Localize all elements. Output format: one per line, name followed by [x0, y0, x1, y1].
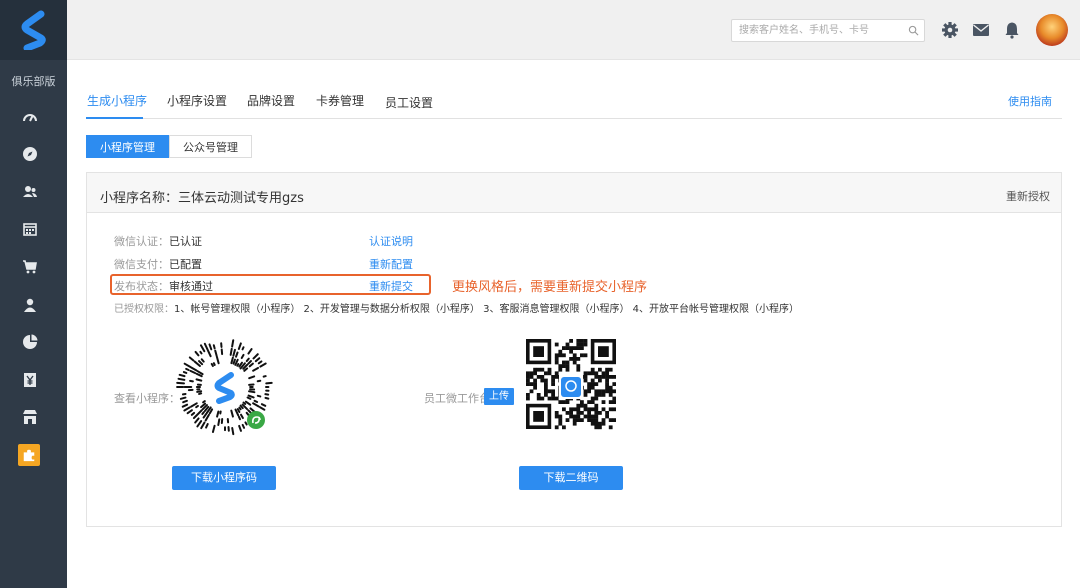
search-icon[interactable] — [908, 25, 919, 36]
panel-title: 小程序名称：三体云动测试专用gzs — [100, 191, 304, 206]
mail-icon[interactable] — [972, 21, 990, 39]
yen-card-icon[interactable] — [22, 372, 38, 388]
qrcode-image — [526, 339, 616, 430]
store-icon[interactable] — [22, 409, 38, 425]
download-miniprogram-code-button[interactable]: 下载小程序码 — [172, 466, 276, 490]
auth-info-link[interactable]: 认证说明 — [369, 233, 413, 249]
reauthorize-button[interactable]: 重新授权 — [1006, 188, 1050, 204]
publish-status-value: 审核通过 — [169, 280, 213, 293]
edition-label: 俱乐部版 — [11, 75, 56, 88]
dashboard-icon[interactable] — [22, 109, 38, 125]
search-input[interactable] — [732, 20, 902, 41]
cart-icon[interactable] — [22, 259, 38, 275]
publish-status-row: 发布状态：审核通过 — [114, 278, 213, 294]
sidebar: 俱乐部版 — [0, 0, 67, 588]
compass-icon[interactable] — [22, 146, 38, 162]
permissions-row: 已授权权限：1、帐号管理权限（小程序） 2、开发管理与数据分析权限（小程序） 3… — [114, 300, 799, 315]
wechat-auth-value: 已认证 — [169, 235, 202, 248]
tab-brand-settings[interactable]: 品牌设置 — [247, 92, 295, 109]
miniprogram-panel: 小程序名称：三体云动测试专用gzs 重新授权 微信认证：已认证 认证说明 微信支… — [86, 172, 1062, 527]
permissions-value: 1、帐号管理权限（小程序） 2、开发管理与数据分析权限（小程序） 3、客服消息管… — [174, 304, 799, 315]
brand-logo-icon — [21, 10, 46, 50]
wechat-auth-row: 微信认证：已认证 — [114, 233, 202, 249]
view-miniprogram-label: 查看小程序： — [114, 392, 180, 405]
staff-workbench-label: 员工微工作台 — [424, 392, 490, 405]
panel-header: 小程序名称：三体云动测试专用gzs 重新授权 — [87, 173, 1061, 213]
calendar-icon[interactable] — [22, 221, 38, 237]
wechat-pay-value: 已配置 — [169, 258, 202, 271]
avatar[interactable] — [1036, 14, 1068, 46]
permissions-label: 已授权权限： — [114, 304, 174, 315]
pie-chart-icon[interactable] — [22, 334, 38, 350]
user-icon[interactable] — [22, 297, 38, 313]
resubmit-link[interactable]: 重新提交 — [369, 278, 413, 294]
tab-generate-miniprogram[interactable]: 生成小程序 — [87, 92, 147, 109]
user-guide-link[interactable]: 使用指南 — [1008, 93, 1052, 109]
search-box[interactable] — [731, 19, 925, 42]
publish-status-label: 发布状态： — [114, 280, 169, 293]
gear-icon[interactable] — [941, 21, 959, 39]
members-icon[interactable] — [22, 184, 38, 200]
download-qrcode-button[interactable]: 下载二维码 — [519, 466, 623, 490]
tab-bar: 生成小程序 小程序设置 品牌设置 卡券管理 员工设置 使用指南 — [86, 88, 1062, 119]
top-header — [67, 0, 1080, 60]
upload-button[interactable]: 上传 — [484, 388, 514, 405]
tab-miniprogram-settings[interactable]: 小程序设置 — [167, 92, 227, 109]
tab-staff-settings[interactable]: 员工设置 — [385, 94, 433, 111]
brand-logo[interactable] — [0, 0, 67, 60]
subtab-miniprogram-management[interactable]: 小程序管理 — [86, 135, 169, 158]
reconfigure-link[interactable]: 重新配置 — [369, 256, 413, 272]
annotation-text: 更换风格后，需要重新提交小程序 — [452, 280, 648, 295]
wechat-pay-row: 微信支付：已配置 — [114, 256, 202, 272]
puzzle-icon[interactable] — [18, 444, 40, 466]
subtab-group: 小程序管理 公众号管理 — [86, 135, 252, 158]
active-tab-indicator — [86, 117, 143, 119]
subtab-official-account-management[interactable]: 公众号管理 — [169, 135, 252, 158]
wechat-auth-label: 微信认证： — [114, 235, 169, 248]
tab-coupon-management[interactable]: 卡券管理 — [316, 92, 364, 109]
wechat-pay-label: 微信支付： — [114, 258, 169, 271]
bell-icon[interactable] — [1003, 21, 1021, 39]
miniprogram-code-image — [176, 339, 273, 436]
